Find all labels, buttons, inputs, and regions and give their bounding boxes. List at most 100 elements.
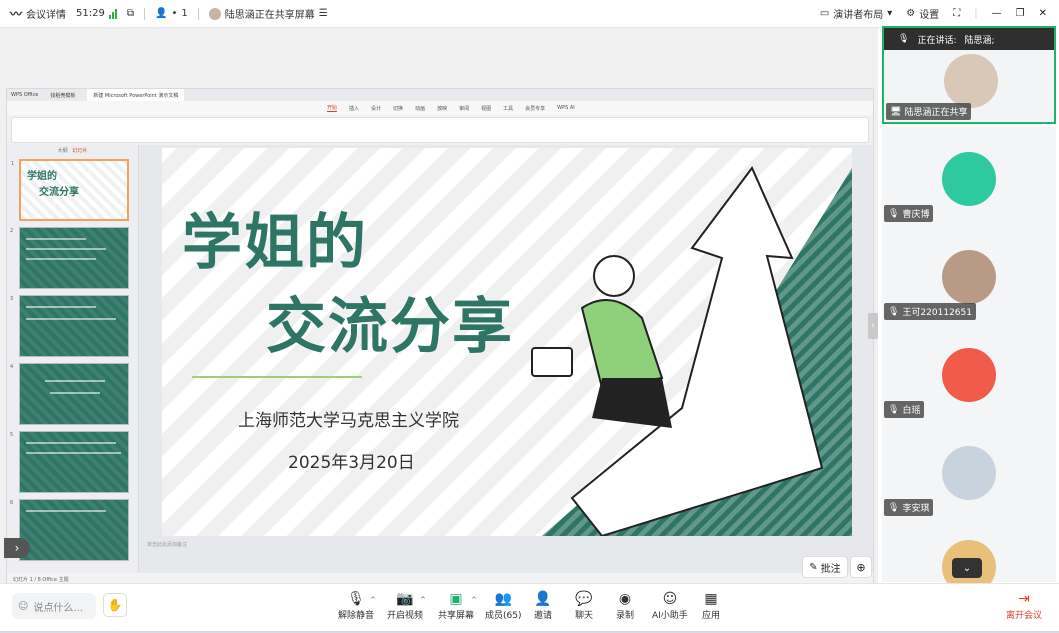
ppt-tab-bar: WPS Office 找稻壳模板 新建 Microsoft PowerPoint… [7,89,873,101]
menu-item[interactable]: 工具 [503,105,513,112]
slide-thumbnails: 大纲 幻灯片 1 学姐的 交流分享 2 3 4 5 6 [7,145,139,585]
avatar [944,54,998,108]
share-options-caret[interactable]: ^ [471,596,477,604]
share-screen-icon: ▣ [449,591,463,607]
slide-date: 2025年3月20日 [288,453,415,473]
collapse-participants-handle[interactable]: › [868,313,878,339]
avatar [942,250,996,304]
menu-item[interactable]: 开始 [327,104,338,112]
scroll-down-button[interactable]: ⌄ [952,558,982,578]
leave-meeting-button[interactable]: ⇥ 离开会议 [1006,590,1042,621]
chevron-down-icon: ▾ [887,8,893,19]
close-icon[interactable]: ✕ [1039,8,1047,19]
participant-tile[interactable]: 🎙 李安琪 [882,420,1056,518]
video-options-caret[interactable]: ^ [420,596,426,604]
chat-icon: 💬 [575,591,593,607]
menu-item[interactable]: 设计 [371,105,381,112]
participant-name: 🎙 白瑶 [884,401,925,418]
user-icon: 👤 [154,8,168,19]
participant-name: 🖥 陆思涵正在共享 [886,103,972,120]
participant-tile[interactable]: 🎙 曹庆博 [882,126,1056,224]
participant-tile[interactable]: 🎙 王可220112651 [882,224,1056,322]
duration: 51:29 [76,8,117,19]
share-screen-button[interactable]: ▣ 共享屏幕 [438,590,474,621]
record-icon: ◉ [618,591,632,607]
notes-placeholder[interactable]: 单击此处添加备注 [147,541,187,548]
menu-item[interactable]: 审阅 [459,105,469,112]
raise-hand-button[interactable]: ✋ [103,593,127,617]
sharer-avatar [208,7,221,20]
signal-icon [108,8,117,19]
avatar [942,446,996,500]
meeting-info-button[interactable]: 〰 会议详情 [10,5,66,22]
screen-share-icon: 🖥 [890,106,902,117]
chat-button[interactable]: 💬 聊天 [575,590,593,621]
ppt-tab[interactable]: 找稻壳模板 [50,92,75,99]
start-video-button[interactable]: 📷 开启视频 [387,590,423,621]
layout-icon: ▭ [819,8,830,19]
unmute-button[interactable]: 🎙 解除静音 [338,590,374,621]
menu-item[interactable]: WPS AI [557,105,575,111]
menu-item[interactable]: 会员专享 [525,105,545,112]
menu-icon: ☰ [318,8,328,19]
zoom-button[interactable]: ⊕ [850,556,872,578]
participants-indicator[interactable]: 👤 • 1 [155,8,188,19]
restore-icon[interactable]: ❐ [1016,8,1025,19]
participants-count: 1 [181,8,188,19]
participant-tile[interactable]: 🎙 正在讲话: 陆思涵; 🖥 陆思涵正在共享 [882,26,1056,124]
invite-button[interactable]: 👤 邀请 [534,590,552,621]
ppt-menu-bar: 开始 插入 设计 切换 动画 放映 审阅 视图 工具 会员专享 WPS AI [7,101,873,115]
expand-panel-button[interactable]: › [4,538,30,558]
menu-item[interactable]: 插入 [349,105,359,112]
mic-muted-icon: 🎙 [347,591,365,607]
speaking-indicator: 🎙 正在讲话: 陆思涵; [884,28,1054,50]
slide-subtitle: 上海师范大学马克思主义学院 [238,411,459,431]
slide-title-line1: 学姐的 [182,208,368,278]
ppt-tab[interactable]: WPS Office [11,92,38,98]
chevron-down-icon: ⌄ [962,562,972,574]
menu-item[interactable]: 动画 [415,105,425,112]
slide-thumbnail[interactable]: 1 学姐的 交流分享 [11,159,129,221]
annotate-button[interactable]: ✎ 批注 [802,556,848,578]
slide-thumbnail[interactable]: 3 [10,295,129,357]
ai-assistant-button[interactable]: ☺ AI小助手 [652,590,688,621]
mic-muted-icon: 🎙 [888,306,900,317]
presentation-window: WPS Office 找稻壳模板 新建 Microsoft PowerPoint… [6,88,874,596]
slide-thumbnail[interactable]: 4 [10,363,129,425]
ai-assistant-icon: ☺ [662,591,678,607]
apps-button[interactable]: ▦ 应用 [702,590,720,621]
participant-tile[interactable]: 🎙 白瑶 [882,322,1056,420]
hand-icon: ✋ [107,598,123,612]
ppt-ribbon [11,117,869,143]
meeting-info-label: 会议详情 [26,10,67,21]
audio-options-caret[interactable]: ^ [370,596,376,604]
menu-item[interactable]: 放映 [437,105,447,112]
sharing-status[interactable]: 陆思涵正在共享屏幕 ☰ [208,6,328,21]
mic-muted-icon: 🎙 [888,502,900,513]
slide-thumbnail[interactable]: 6 [10,499,129,561]
participant-name: 🎙 李安琪 [884,499,934,516]
mic-muted-icon: 🎙 [888,404,900,415]
add-user-icon: 👤 [534,591,552,607]
slide-thumbnail[interactable]: 5 [10,431,129,493]
quick-chat-input[interactable]: ☺ 说点什么... [12,593,96,619]
ppt-tab-active[interactable]: 新建 Microsoft PowerPoint 演示文稿 [87,89,185,101]
slide-title-line2: 交流分享 [266,292,514,362]
minimize-icon[interactable]: — [992,8,1002,19]
external-link-icon[interactable]: ⧉ [127,8,134,19]
mic-muted-icon: 🎙 [898,34,910,44]
apps-icon: ▦ [704,591,718,607]
participant-name: 🎙 曹庆博 [884,205,934,222]
slide-thumbnail[interactable]: 2 [10,227,129,289]
current-slide: 学姐的 交流分享 上海师范大学马克思主义学院 2025年3月20日 [162,148,852,536]
members-icon: 👥 [494,591,512,607]
exit-icon: ⇥ [1018,591,1030,607]
menu-item[interactable]: 视图 [481,105,491,112]
presenter-layout-button[interactable]: ▭ 演讲者布局 ▾ [820,6,892,21]
members-button[interactable]: 👥 成员(65) [485,590,521,621]
record-button[interactable]: ◉ 录制 [616,590,634,621]
settings-button[interactable]: ⚙ 设置 [906,6,939,21]
mic-icon: 🎙 [888,208,900,219]
menu-item[interactable]: 切换 [393,105,403,112]
fullscreen-icon[interactable]: ⛶ [953,8,960,19]
